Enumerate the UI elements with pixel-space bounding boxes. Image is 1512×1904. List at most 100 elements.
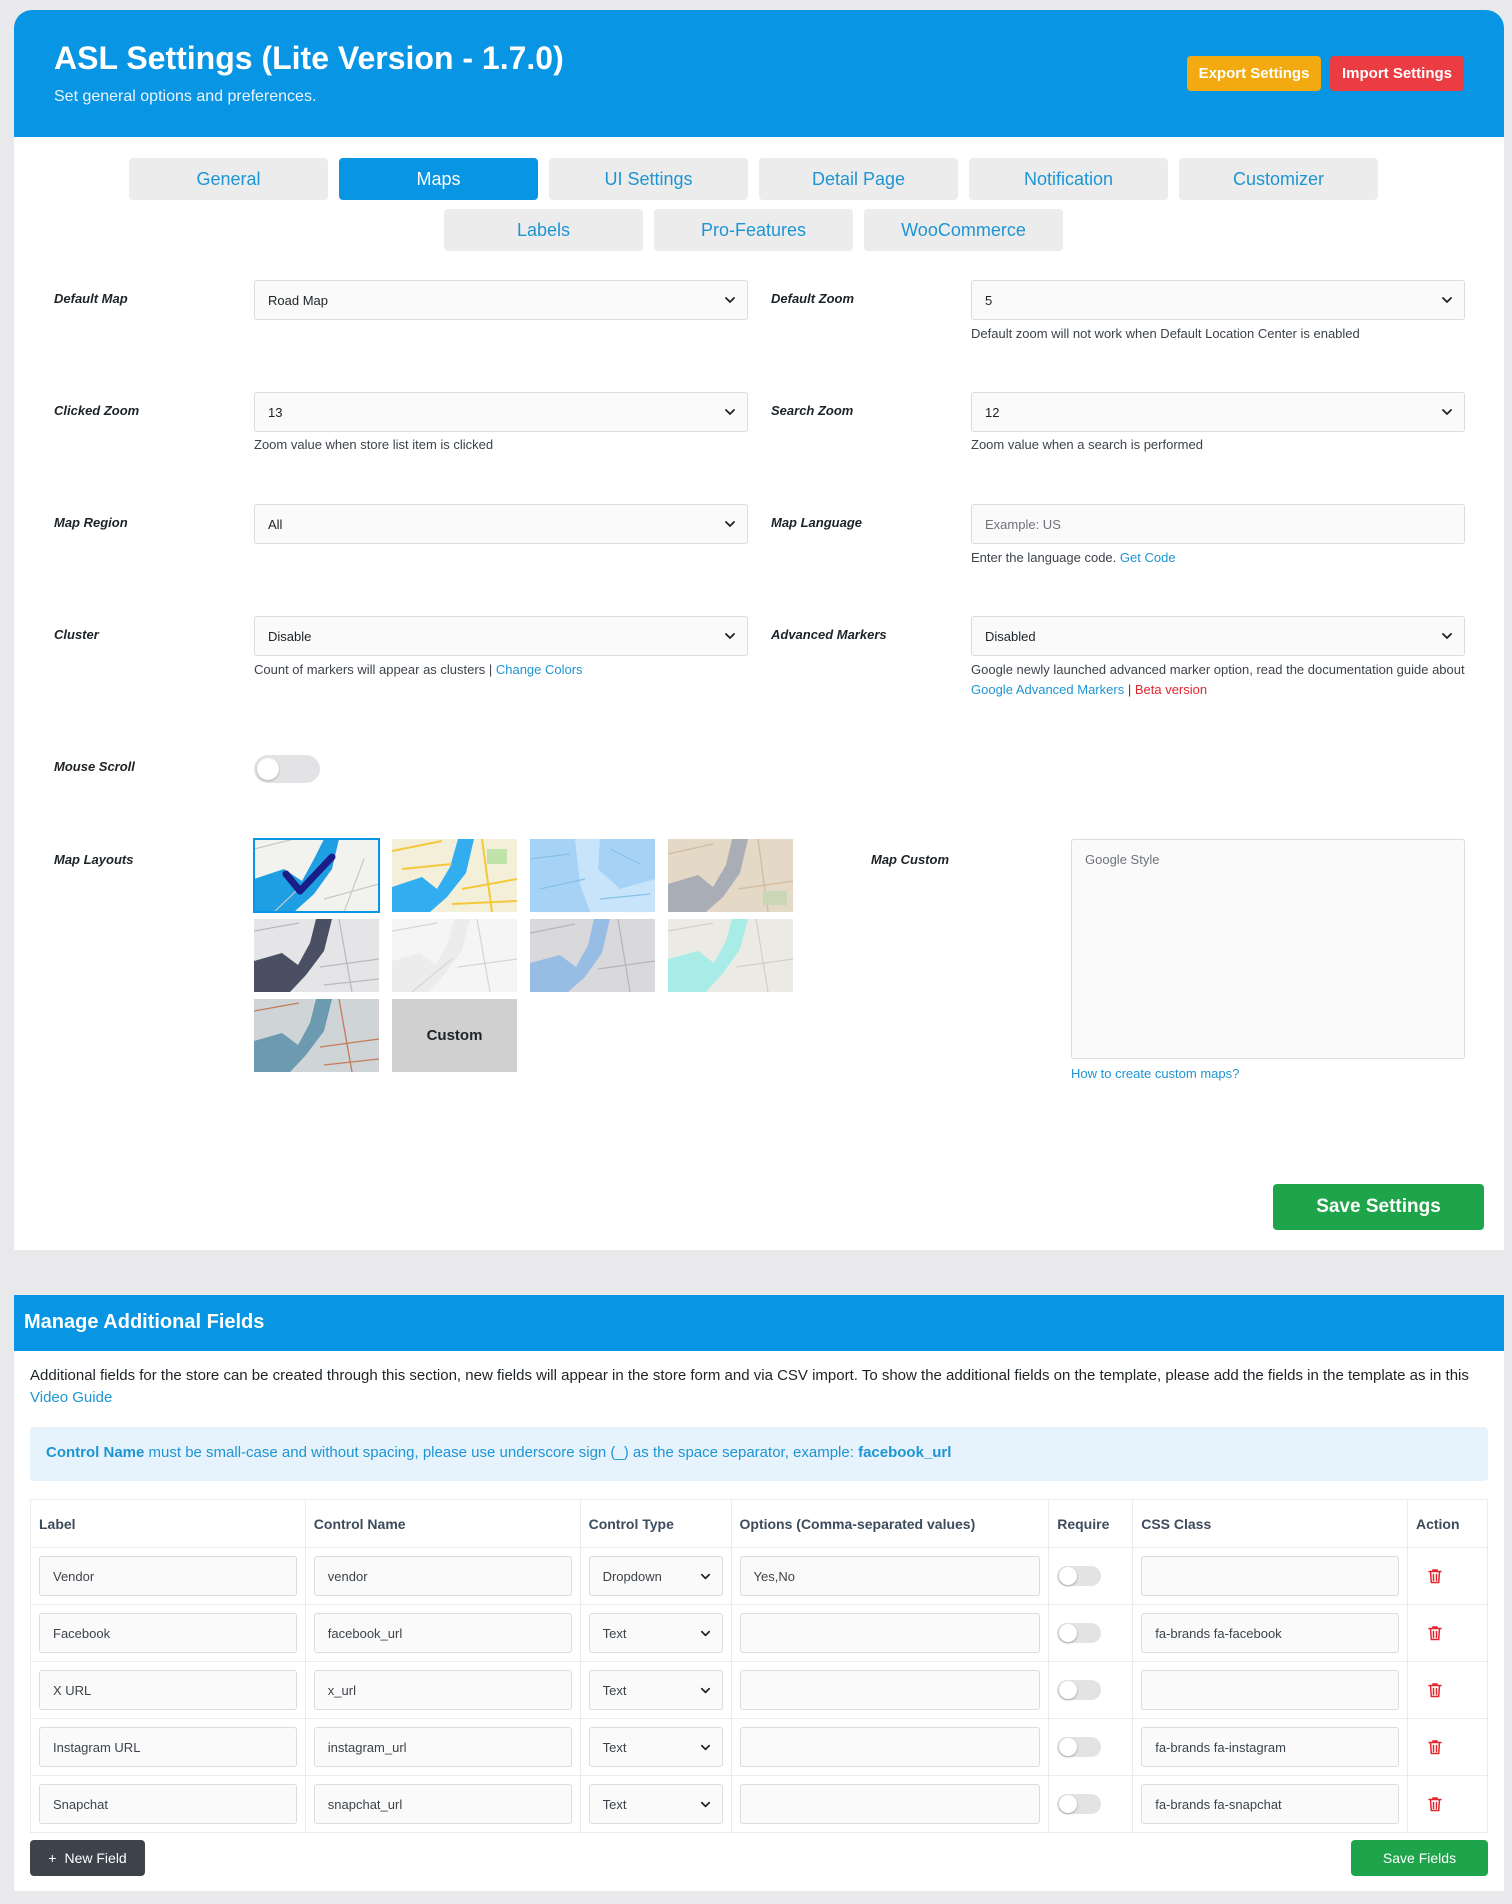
tab-labels[interactable]: Labels — [444, 209, 643, 251]
map-layout-5[interactable] — [254, 919, 379, 992]
tab-general[interactable]: General — [129, 158, 328, 200]
mouse-scroll-toggle[interactable] — [254, 755, 320, 783]
trash-icon[interactable] — [1428, 1568, 1442, 1584]
map-layout-6[interactable] — [392, 919, 517, 992]
control-name-input[interactable]: snapchat_url — [313, 1784, 572, 1824]
trash-icon[interactable] — [1428, 1682, 1442, 1698]
control-name-input[interactable]: facebook_url — [313, 1613, 572, 1653]
control-type-select[interactable]: Text — [588, 1670, 723, 1710]
cluster-help-text: Count of markers will appear as clusters — [254, 662, 486, 677]
toggle-knob — [257, 758, 279, 780]
map-layout-7[interactable] — [530, 919, 655, 992]
field-label-input[interactable]: Snapchat — [39, 1784, 297, 1824]
column-header: Options (Comma-separated values) — [731, 1499, 1050, 1548]
column-header: CSS Class — [1132, 1499, 1408, 1548]
css-class-input[interactable] — [1141, 1556, 1399, 1596]
map-layout-5-preview — [254, 919, 379, 992]
search-zoom-select[interactable]: 12 — [971, 392, 1465, 432]
css-class-input[interactable] — [1141, 1670, 1399, 1710]
options-input[interactable] — [739, 1727, 1041, 1767]
require-toggle[interactable] — [1057, 1566, 1102, 1586]
map-custom-textarea[interactable]: Google Style — [1071, 839, 1465, 1059]
map-layout-4[interactable] — [668, 839, 793, 912]
advanced-markers-select[interactable]: Disabled — [971, 616, 1465, 656]
chevron-down-icon — [699, 1741, 712, 1754]
google-advanced-markers-link[interactable]: Google Advanced Markers — [971, 682, 1124, 697]
search-zoom-value: 12 — [985, 404, 1000, 420]
require-toggle[interactable] — [1057, 1680, 1102, 1700]
field-label-input[interactable]: X URL — [39, 1670, 297, 1710]
field-label-input[interactable]: Facebook — [39, 1613, 297, 1653]
change-colors-link[interactable]: Change Colors — [496, 662, 583, 677]
field-label-input[interactable]: Instagram URL — [39, 1727, 297, 1767]
chevron-down-icon — [699, 1798, 712, 1811]
options-input[interactable]: Yes,No — [739, 1556, 1041, 1596]
new-field-button[interactable]: + New Field — [30, 1840, 145, 1876]
chevron-down-icon — [699, 1627, 712, 1640]
tab-maps[interactable]: Maps — [339, 158, 538, 200]
tab-notification[interactable]: Notification — [969, 158, 1168, 200]
map-layout-8[interactable] — [668, 919, 793, 992]
map-layout-1[interactable] — [253, 838, 380, 913]
map-language-input[interactable]: Example: US — [971, 504, 1465, 544]
options-input[interactable] — [739, 1784, 1041, 1824]
advanced-markers-separator: | — [1127, 682, 1132, 697]
save-fields-button[interactable]: Save Fields — [1351, 1840, 1488, 1876]
column-header: Label — [30, 1499, 306, 1548]
page-subtitle: Set general options and preferences. — [54, 88, 317, 105]
control-type-select[interactable]: Text — [588, 1727, 723, 1767]
control-name-input[interactable]: vendor — [313, 1556, 572, 1596]
control-type-value: Text — [602, 1796, 627, 1812]
trash-icon[interactable] — [1428, 1625, 1442, 1641]
tab-woocommerce[interactable]: WooCommerce — [864, 209, 1063, 251]
map-layout-2[interactable] — [392, 839, 517, 912]
map-layout-8-preview — [668, 919, 793, 992]
plus-icon: + — [48, 1850, 57, 1866]
map-region-select[interactable]: All — [254, 504, 748, 544]
map-layout-3[interactable] — [530, 839, 655, 912]
toggle-knob — [1059, 1738, 1078, 1756]
options-input[interactable] — [739, 1613, 1041, 1653]
trash-icon[interactable] — [1428, 1739, 1442, 1755]
save-settings-button[interactable]: Save Settings — [1273, 1184, 1484, 1230]
export-settings-button[interactable]: Export Settings — [1187, 56, 1321, 91]
control-type-select[interactable]: Text — [588, 1613, 723, 1653]
control-type-select[interactable]: Dropdown — [588, 1556, 723, 1596]
css-class-input[interactable]: fa-brands fa-instagram — [1141, 1727, 1399, 1767]
tab-detail-page[interactable]: Detail Page — [759, 158, 958, 200]
css-class-input[interactable]: fa-brands fa-snapchat — [1141, 1784, 1399, 1824]
trash-icon[interactable] — [1428, 1796, 1442, 1812]
require-toggle[interactable] — [1057, 1794, 1102, 1814]
chevron-down-icon — [1440, 405, 1454, 419]
require-toggle[interactable] — [1057, 1737, 1102, 1757]
default-zoom-value: 5 — [985, 292, 993, 308]
tab-customizer[interactable]: Customizer — [1179, 158, 1378, 200]
tab-pro-features[interactable]: Pro-Features — [654, 209, 853, 251]
require-toggle[interactable] — [1057, 1623, 1102, 1643]
video-guide-link[interactable]: Video Guide — [30, 1389, 112, 1406]
tab-ui-settings[interactable]: UI Settings — [549, 158, 748, 200]
control-name-input[interactable]: x_url — [313, 1670, 572, 1710]
default-zoom-select[interactable]: 5 — [971, 280, 1465, 320]
control-name-input[interactable]: instagram_url — [313, 1727, 572, 1767]
advanced-markers-label: Advanced Markers — [771, 627, 887, 642]
map-layout-custom[interactable]: Custom — [392, 999, 517, 1072]
options-input[interactable] — [739, 1670, 1041, 1710]
default-map-select[interactable]: Road Map — [254, 280, 748, 320]
map-custom-placeholder: Google Style — [1085, 852, 1160, 867]
field-label-input[interactable]: Vendor — [39, 1556, 297, 1596]
import-settings-button[interactable]: Import Settings — [1330, 56, 1464, 91]
get-code-link[interactable]: Get Code — [1120, 550, 1176, 565]
fields-description-text: Additional fields for the store can be c… — [30, 1367, 1469, 1384]
map-custom-label: Map Custom — [871, 852, 949, 867]
map-layout-9[interactable] — [254, 999, 379, 1072]
css-class-input[interactable]: fa-brands fa-facebook — [1141, 1613, 1399, 1653]
cluster-select[interactable]: Disable — [254, 616, 748, 656]
control-type-select[interactable]: Text — [588, 1784, 723, 1824]
settings-card: ASL Settings (Lite Version - 1.7.0) Set … — [14, 10, 1504, 1250]
clicked-zoom-select[interactable]: 13 — [254, 392, 748, 432]
cluster-value: Disable — [268, 628, 312, 644]
custom-maps-link[interactable]: How to create custom maps? — [1071, 1064, 1239, 1084]
beta-version-link[interactable]: Beta version — [1135, 682, 1207, 697]
clicked-zoom-help: Zoom value when store list item is click… — [254, 437, 494, 452]
